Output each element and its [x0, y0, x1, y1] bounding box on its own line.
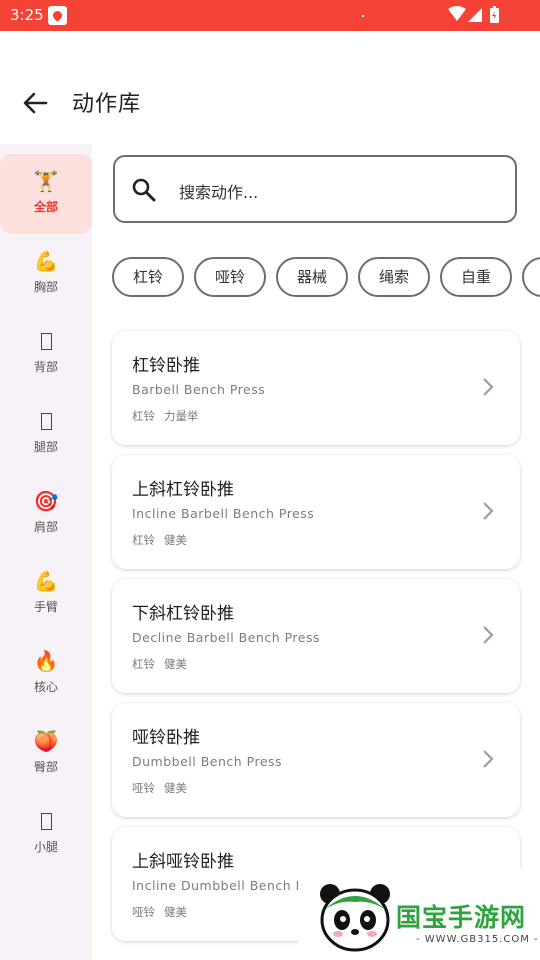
watermark-brand: 国宝手游网 [396, 903, 527, 932]
exercise-english-name: Incline Barbell Bench Press [132, 506, 315, 521]
chevron-right-icon [483, 626, 494, 644]
exercise-card[interactable]: 下斜杠铃卧推 Decline Barbell Bench Press 杠铃 健美 [112, 579, 520, 693]
sidebar-item-arms[interactable]: 💪 手臂 [0, 554, 92, 634]
chip-machine[interactable]: 器械 [276, 257, 348, 297]
missing-glyph-icon [33, 328, 59, 354]
chevron-right-icon [483, 750, 494, 768]
tag: 健美 [164, 533, 187, 547]
sidebar-item-label: 手臂 [33, 600, 58, 614]
sidebar-item-label: 肩部 [33, 520, 58, 534]
search-placeholder: 搜索动作... [179, 183, 259, 202]
sidebar-item-calves[interactable]: 小腿 [0, 794, 92, 874]
app-bar: 动作库 [0, 31, 540, 144]
sidebar-item-label: 核心 [33, 680, 58, 694]
tag: 杠铃 [132, 409, 155, 423]
sidebar-item-core[interactable]: 🔥 核心 [0, 634, 92, 714]
battery-icon [490, 6, 499, 23]
signal-icon [468, 8, 482, 22]
search-icon [132, 178, 156, 202]
sidebar-item-legs[interactable]: 腿部 [0, 394, 92, 474]
sidebar-item-chest[interactable]: 💪 胸部 [0, 234, 92, 314]
chip-bodyweight[interactable]: 自重 [440, 257, 512, 297]
tag: 杠铃 [132, 533, 155, 547]
sidebar-item-label: 胸部 [33, 280, 58, 294]
sidebar-item-shoulders[interactable]: 🎯 肩部 [0, 474, 92, 554]
exercise-tags: 杠铃 力量举 [132, 408, 208, 424]
sidebar-item-label: 全部 [33, 200, 58, 214]
exercise-english-name: Decline Barbell Bench Press [132, 630, 320, 645]
chip-barbell[interactable]: 杠铃 [112, 257, 184, 297]
exercise-tags: 哑铃 健美 [132, 904, 196, 920]
tag: 健美 [164, 905, 187, 919]
exercise-name: 上斜杠铃卧推 [132, 480, 234, 500]
peach-icon: 🍑 [33, 729, 59, 753]
back-arrow-icon[interactable] [20, 89, 50, 117]
chip-cable[interactable]: 绳索 [358, 257, 430, 297]
chevron-right-icon [483, 502, 494, 520]
exercise-tags: 杠铃 健美 [132, 532, 196, 548]
status-bar: 3:25 [0, 0, 540, 31]
target-icon: 🎯 [33, 489, 59, 513]
missing-glyph-icon [33, 408, 59, 434]
tag: 健美 [164, 781, 187, 795]
tag: 健美 [164, 657, 187, 671]
sidebar-item-glutes[interactable]: 🍑 臀部 [0, 714, 92, 794]
chip-dumbbell[interactable]: 哑铃 [194, 257, 266, 297]
tag: 杠铃 [132, 657, 155, 671]
sidebar-item-all[interactable]: 🏋 全部 [0, 154, 92, 234]
exercise-tags: 杠铃 健美 [132, 656, 196, 672]
page-title: 动作库 [72, 92, 142, 117]
sidebar-item-label: 臀部 [33, 760, 58, 774]
exercise-card[interactable]: 上斜杠铃卧推 Incline Barbell Bench Press 杠铃 健美 [112, 455, 520, 569]
status-icons [448, 6, 499, 23]
exercise-english-name: Dumbbell Bench Press [132, 754, 283, 769]
tag: 力量举 [164, 409, 199, 423]
status-time: 3:25 [10, 6, 44, 24]
weightlifter-icon: 🏋 [33, 169, 59, 193]
missing-glyph-icon [33, 808, 59, 834]
tag: 哑铃 [132, 905, 155, 919]
site-watermark: 国宝手游网 - WWW.GB315.COM - [298, 868, 540, 960]
status-dot [362, 15, 364, 17]
equipment-filter-chips: 杠铃 哑铃 器械 绳索 自重 [112, 257, 540, 297]
flexed-biceps-icon: 💪 [33, 249, 59, 273]
chevron-right-icon [483, 378, 494, 396]
search-input[interactable]: 搜索动作... [113, 155, 517, 223]
flexed-biceps-icon: 💪 [33, 569, 59, 593]
exercise-name: 上斜哑铃卧推 [132, 852, 234, 872]
panda-logo-icon [320, 884, 390, 952]
fire-icon: 🔥 [33, 649, 59, 673]
wifi-icon [448, 6, 466, 21]
active-indicator [0, 154, 92, 234]
sidebar-item-label: 小腿 [33, 840, 58, 854]
exercise-name: 哑铃卧推 [132, 728, 200, 748]
exercise-tags: 哑铃 健美 [132, 780, 196, 796]
sidebar-item-back[interactable]: 背部 [0, 314, 92, 394]
sidebar-item-label: 背部 [33, 360, 58, 374]
exercise-card[interactable]: 杠铃卧推 Barbell Bench Press 杠铃 力量举 [112, 331, 520, 445]
tag: 哑铃 [132, 781, 155, 795]
category-sidebar: 🏋 全部 💪 胸部 背部 腿部 🎯 肩部 💪 手臂 🔥 核心 🍑 臀部 小腿 [0, 144, 92, 960]
exercise-name: 下斜杠铃卧推 [132, 604, 234, 624]
sidebar-item-label: 腿部 [33, 440, 58, 454]
exercise-name: 杠铃卧推 [132, 356, 200, 376]
exercise-english-name: Barbell Bench Press [132, 382, 266, 397]
chip-more[interactable] [522, 257, 540, 297]
exercise-card[interactable]: 哑铃卧推 Dumbbell Bench Press 哑铃 健美 [112, 703, 520, 817]
app-notification-icon [48, 6, 67, 25]
watermark-url: - WWW.GB315.COM - [416, 934, 539, 945]
